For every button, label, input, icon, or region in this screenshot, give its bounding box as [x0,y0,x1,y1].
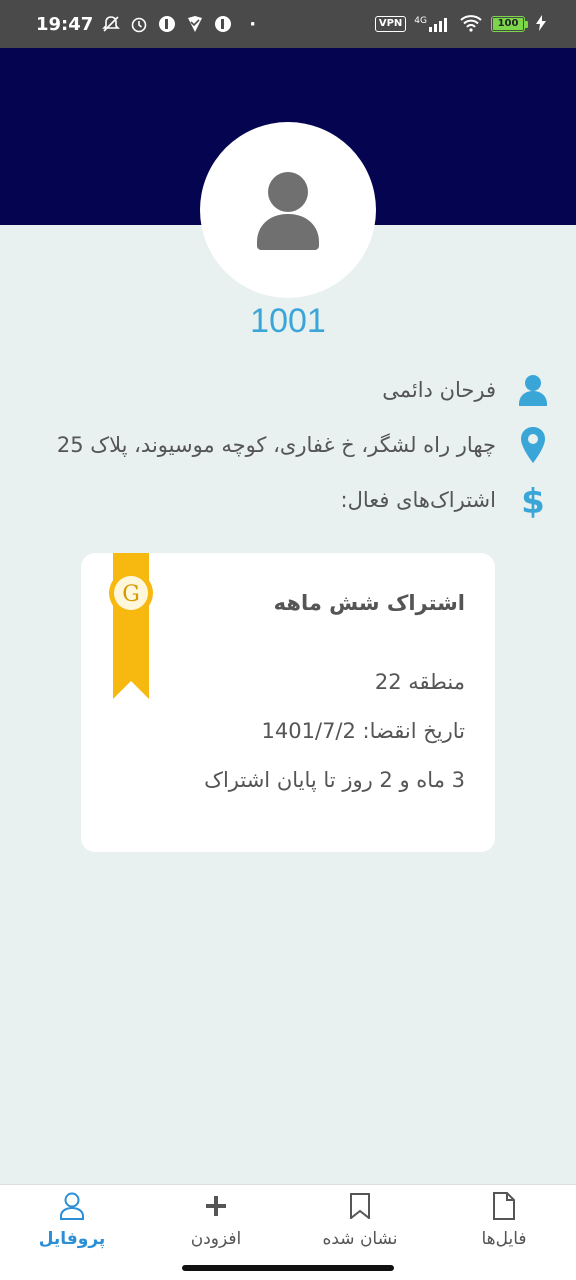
gold-ribbon-badge-icon: G [109,553,153,699]
name-row: فرحان دائمی [40,370,548,410]
status-bar-right: VPN 4G 100 [374,14,546,35]
nav-files[interactable]: فایل‌ها [432,1185,576,1280]
status-time: 19:47 [36,13,94,35]
status-bar-left: 19:47 · [36,14,256,35]
user-silhouette-icon [257,172,319,250]
location-pin-icon [518,427,548,463]
user-address: چهار راه لشگر، خ غفاری، کوچه موسیوند، پل… [56,433,496,457]
status-bar: 19:47 · VPN 4G 100 [0,0,576,48]
svg-text:$: $ [521,482,545,519]
app-notification-icon [157,14,177,34]
nav-files-label: فایل‌ها [481,1229,527,1249]
vpn-badge: VPN [374,16,407,32]
more-notifications-dot: · [249,13,257,35]
subscriptions-row: $ اشتراک‌های فعال: [40,480,548,520]
active-subscriptions-label: اشتراک‌های فعال: [340,488,496,512]
battery-icon: 100 [491,16,528,32]
charging-icon [536,14,546,34]
subscription-title: اشتراک شش ماهه [273,591,465,615]
subscription-expiry: تاریخ انقضا: 1401/7/2 [261,719,465,743]
subscription-region: منطقه 22 [374,670,465,694]
app-notification-icon-2 [213,14,233,34]
mute-icon [101,14,121,34]
subscription-remaining: 3 ماه و 2 روز تا پایان اشتراک [204,768,465,792]
signal-icon: 4G [414,16,451,32]
badge-letter: G [122,582,140,607]
alarm-icon [129,14,149,34]
nav-bookmarked-label: نشان شده [322,1229,398,1249]
wifi-icon [459,14,483,35]
user-outline-icon [57,1191,87,1221]
user-icon [518,372,548,408]
avatar[interactable] [200,122,376,298]
user-name: فرحان دائمی [382,378,496,402]
user-code: 1001 [250,302,326,340]
network-type: 4G [414,16,427,26]
file-icon [489,1191,519,1221]
nav-add-label: افزودن [190,1229,242,1249]
dollar-icon: $ [518,482,548,519]
nav-profile-label: پروفایل [38,1229,106,1249]
plus-icon [201,1191,231,1221]
subscription-card[interactable]: G اشتراک شش ماهه منطقه 22 تاریخ انقضا: 1… [81,553,495,852]
battery-level: 100 [493,18,523,30]
address-row: چهار راه لشگر، خ غفاری، کوچه موسیوند، پل… [40,425,548,465]
home-indicator[interactable] [182,1265,394,1271]
check-shield-icon [185,14,205,34]
bookmark-icon [345,1191,375,1221]
nav-profile[interactable]: پروفایل [0,1185,144,1280]
